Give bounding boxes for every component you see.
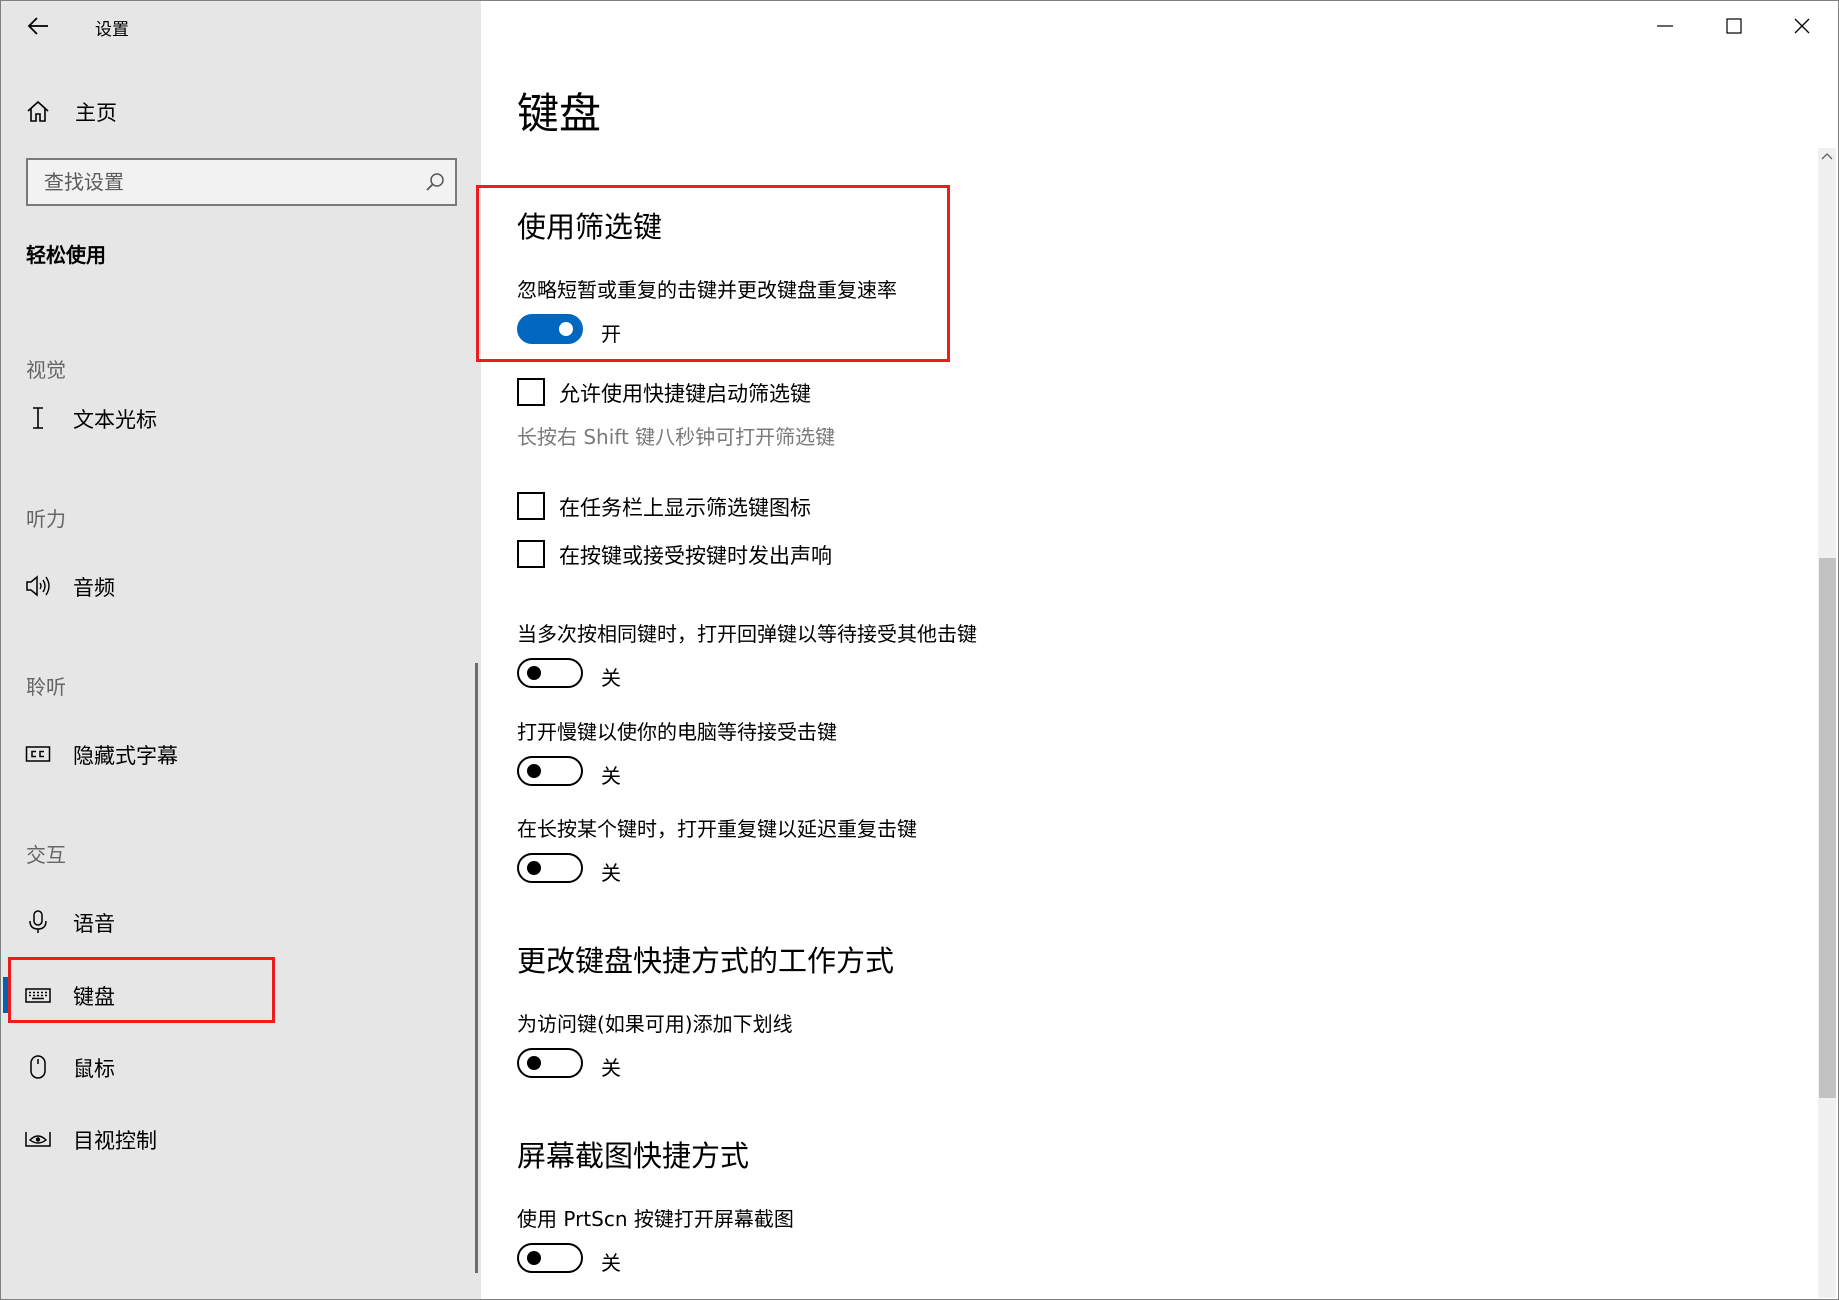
microphone-icon: [29, 910, 47, 933]
text-cursor-icon: [33, 407, 43, 429]
bounce-keys-description: 当多次按相同键时，打开回弹键以等待接受其他击键: [517, 622, 977, 646]
access-keys-toggle-state: 关: [601, 1056, 621, 1080]
access-keys-description: 为访问键(如果可用)添加下划线: [517, 1012, 793, 1036]
search-input[interactable]: [44, 168, 414, 196]
sidebar-item-home[interactable]: 主页: [1, 81, 481, 141]
prtscn-toggle[interactable]: [517, 1243, 583, 1273]
filter-keys-heading: 使用筛选键: [517, 210, 663, 244]
search-icon[interactable]: [425, 172, 445, 192]
sidebar-item-label: 主页: [75, 101, 117, 125]
main-scrollbar[interactable]: [1818, 148, 1836, 1298]
minimize-icon: [1657, 25, 1673, 27]
repeat-keys-toggle-state: 关: [601, 861, 621, 885]
filter-keys-toggle[interactable]: [517, 314, 583, 344]
slow-keys-toggle[interactable]: [517, 756, 583, 786]
shortcut-checkbox-label: 允许使用快捷键启动筛选键: [559, 382, 811, 406]
beep-checkbox-label: 在按键或接受按键时发出声响: [559, 544, 832, 568]
mouse-icon: [30, 1055, 46, 1079]
scroll-up-arrow-icon[interactable]: [1818, 148, 1836, 166]
group-label-vision: 视觉: [26, 358, 66, 382]
sidebar-scrollbar[interactable]: [475, 663, 478, 1273]
filter-keys-description: 忽略短暂或重复的击键并更改键盘重复速率: [517, 278, 897, 302]
close-button[interactable]: [1770, 0, 1836, 50]
keyboard-shortcuts-heading: 更改键盘快捷方式的工作方式: [517, 944, 895, 978]
repeat-keys-description: 在长按某个键时，打开重复键以延迟重复击键: [517, 817, 917, 841]
minimize-button[interactable]: [1633, 0, 1699, 50]
sidebar-item-audio[interactable]: 音频: [1, 556, 481, 616]
speaker-icon: [26, 575, 50, 597]
taskbar-checkbox-label: 在任务栏上显示筛选键图标: [559, 496, 811, 520]
home-icon: [27, 100, 49, 122]
repeat-keys-toggle[interactable]: [517, 853, 583, 883]
maximize-icon: [1726, 18, 1742, 34]
shortcut-checkbox[interactable]: [517, 378, 545, 406]
sidebar: 设置 主页 轻松使用 视觉 文本光标 听力 音频 聆听 隐藏式字: [1, 1, 481, 1299]
toggle-knob: [527, 1251, 541, 1265]
shortcut-hint: 长按右 Shift 键八秒钟可打开筛选键: [517, 425, 836, 449]
toggle-knob: [527, 666, 541, 680]
filter-keys-toggle-state: 开: [601, 322, 621, 346]
eye-control-icon: [25, 1132, 51, 1147]
toggle-knob: [527, 764, 541, 778]
search-box: [26, 158, 457, 206]
sidebar-item-label: 文本光标: [73, 408, 157, 432]
toggle-knob: [559, 322, 573, 336]
sidebar-item-text-cursor[interactable]: 文本光标: [1, 388, 481, 448]
back-button[interactable]: [21, 9, 61, 45]
bounce-keys-toggle[interactable]: [517, 658, 583, 688]
sidebar-item-eye-control[interactable]: 目视控制: [1, 1109, 481, 1169]
sidebar-item-closed-captions[interactable]: 隐藏式字幕: [1, 724, 481, 784]
sidebar-item-label: 音频: [73, 576, 115, 600]
group-label-hearing: 听力: [26, 507, 66, 531]
group-label-interaction: 交互: [26, 843, 66, 867]
sidebar-item-label: 语音: [73, 912, 115, 936]
highlight-box: [8, 957, 275, 1023]
prtscn-description: 使用 PrtScn 按键打开屏幕截图: [517, 1207, 794, 1231]
section-heading: 轻松使用: [26, 243, 106, 267]
screenshot-shortcut-heading: 屏幕截图快捷方式: [517, 1139, 750, 1173]
prtscn-toggle-state: 关: [601, 1251, 621, 1275]
toggle-knob: [527, 1056, 541, 1070]
slow-keys-description: 打开慢键以使你的电脑等待接受击键: [517, 720, 837, 744]
window-title: 设置: [95, 20, 129, 40]
slow-keys-toggle-state: 关: [601, 764, 621, 788]
sidebar-item-label: 隐藏式字幕: [73, 744, 178, 768]
access-keys-underline-toggle[interactable]: [517, 1048, 583, 1078]
page-title: 键盘: [517, 89, 602, 138]
sidebar-item-speech[interactable]: 语音: [1, 892, 481, 952]
beep-checkbox[interactable]: [517, 540, 545, 568]
taskbar-icon-checkbox[interactable]: [517, 492, 545, 520]
back-arrow-icon: [27, 17, 48, 35]
maximize-button[interactable]: [1702, 0, 1768, 50]
closed-captions-icon: [25, 746, 51, 762]
sidebar-item-mouse[interactable]: 鼠标: [1, 1037, 481, 1097]
group-label-listening: 聆听: [26, 675, 66, 699]
bounce-keys-toggle-state: 关: [601, 666, 621, 690]
sidebar-item-label: 鼠标: [73, 1057, 115, 1081]
sidebar-item-label: 目视控制: [73, 1129, 157, 1153]
scrollbar-thumb[interactable]: [1819, 558, 1836, 1098]
toggle-knob: [527, 861, 541, 875]
close-icon: [1794, 18, 1810, 34]
